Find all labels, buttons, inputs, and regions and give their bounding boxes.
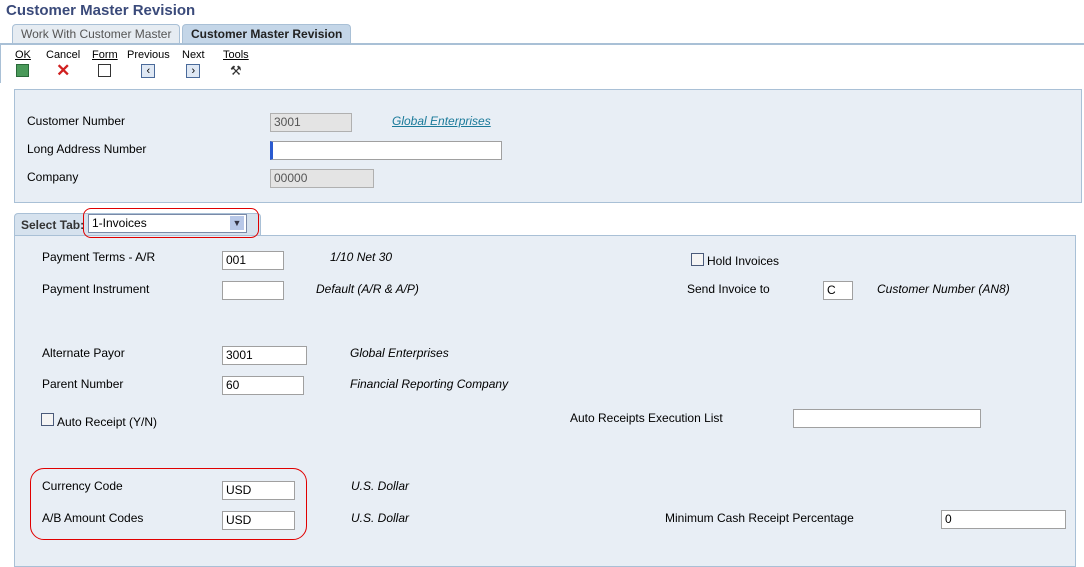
page-title: Customer Master Revision [6,2,196,19]
hold-invoices-label: Hold Invoices [707,254,780,268]
payment-instrument-label: Payment Instrument [42,282,150,296]
auto-receipt-label: Auto Receipt (Y/N) [57,415,158,429]
payment-terms-desc: 1/10 Net 30 [330,250,393,264]
ok-button[interactable]: OK [15,49,31,77]
cancel-label: Cancel [46,49,81,61]
currency-code-desc: U.S. Dollar [351,479,410,493]
toolbar: OK Cancel ✕ Form Previous ‹ Next › Tools ⚒ [0,45,1084,83]
select-tab-label: Select Tab: [21,218,85,232]
chevron-right-icon: › [186,64,201,78]
previous-label: Previous [127,49,170,61]
ab-amount-desc: U.S. Dollar [351,511,410,525]
ok-label: OK [15,49,31,61]
customer-number-label: Customer Number [27,114,126,128]
tab-work-with-customer-master[interactable]: Work With Customer Master [12,24,181,44]
alternate-payor-label: Alternate Payor [42,346,125,360]
company-label: Company [27,170,79,184]
form-label: Form [92,49,118,61]
alternate-payor-desc: Global Enterprises [350,346,449,360]
auto-receipts-list-input[interactable] [793,409,981,428]
long-address-input[interactable] [270,141,502,160]
highlight-select-tab [83,208,259,238]
alternate-payor-input[interactable]: 3001 [222,346,307,365]
parent-number-desc: Financial Reporting Company [350,377,509,391]
previous-button[interactable]: Previous ‹ [127,49,170,78]
tools-label: Tools [223,49,249,61]
header-panel [14,89,1082,203]
min-cash-label: Minimum Cash Receipt Percentage [665,511,854,525]
next-label: Next [182,49,205,61]
tab-customer-master-revision[interactable]: Customer Master Revision [182,24,352,44]
send-invoice-input[interactable]: C [823,281,853,300]
long-address-label: Long Address Number [27,142,147,156]
min-cash-input[interactable]: 0 [941,510,1066,529]
cancel-button[interactable]: Cancel ✕ [46,49,81,80]
hold-invoices-checkbox[interactable] [691,253,704,266]
payment-instrument-input[interactable] [222,281,284,300]
payment-instrument-desc: Default (A/R & A/P) [316,282,419,296]
next-button[interactable]: Next › [182,49,205,78]
tools-button[interactable]: Tools ⚒ [223,49,249,78]
chevron-left-icon: ‹ [141,64,156,78]
company-field: 00000 [270,169,374,188]
form-menu-icon [98,64,112,77]
payment-terms-input[interactable]: 001 [222,251,284,270]
form-button[interactable]: Form [92,49,118,77]
payment-terms-label: Payment Terms - A/R [42,250,156,264]
parent-number-label: Parent Number [42,377,124,391]
customer-number-field: 3001 [270,113,352,132]
auto-receipt-checkbox[interactable] [41,413,54,426]
customer-name-link[interactable]: Global Enterprises [392,114,491,128]
tools-icon: ⚒ [230,63,242,78]
highlight-currency [30,468,307,540]
send-invoice-desc: Customer Number (AN8) [877,282,1010,296]
send-invoice-label: Send Invoice to [687,282,770,296]
close-icon: ✕ [56,61,71,80]
auto-receipts-list-label: Auto Receipts Execution List [570,411,723,425]
save-icon [16,64,30,77]
parent-number-input[interactable]: 60 [222,376,304,395]
